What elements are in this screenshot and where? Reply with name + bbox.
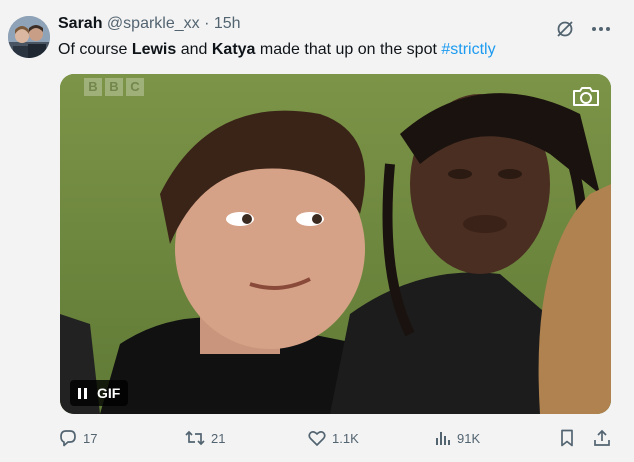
repost-button[interactable]: 21 [184, 428, 225, 448]
display-name[interactable]: Sarah [58, 15, 102, 32]
views-count: 91K [457, 430, 481, 446]
gif-badge[interactable]: GIF [70, 380, 129, 406]
gif-label: GIF [97, 385, 121, 401]
repost-count: 21 [211, 430, 226, 446]
views-button[interactable]: 91K [434, 428, 480, 448]
like-count: 1.1K [332, 430, 359, 446]
timestamp[interactable]: 15h [214, 15, 241, 32]
share-icon [594, 429, 610, 446]
text-segment: and [176, 41, 212, 58]
reply-button[interactable]: 17 [58, 428, 97, 448]
tweet-header: Sarah @sparkle_xx · 15h [58, 15, 241, 33]
bookmark-button[interactable] [558, 428, 576, 448]
repost-icon [185, 430, 205, 446]
views-icon [436, 432, 450, 445]
watermark-letter: C [126, 78, 144, 96]
reply-count: 17 [83, 430, 98, 446]
pause-icon[interactable] [78, 387, 87, 399]
grok-icon[interactable] [554, 18, 576, 40]
mention-katya: Katya [211, 41, 256, 58]
like-icon [308, 431, 326, 446]
gif-frame [60, 74, 611, 414]
reply-icon [60, 430, 76, 447]
tweet-card: Sarah @sparkle_xx · 15h Of course Lewis … [0, 0, 634, 462]
watermark-letter: B [84, 78, 102, 96]
text-segment: Of course [58, 41, 132, 58]
like-button[interactable]: 1.1K [307, 428, 359, 448]
bbc-watermark: B B C [84, 78, 144, 96]
text-segment: made that up on the spot [255, 41, 442, 58]
top-actions [554, 18, 612, 40]
camera-icon[interactable] [571, 84, 601, 108]
more-icon[interactable] [590, 18, 612, 40]
bookmark-icon [561, 429, 573, 447]
tweet-text: Of course Lewis and Katya made that up o… [58, 41, 496, 59]
hashtag-link[interactable]: #strictly [441, 41, 495, 58]
share-button[interactable] [592, 428, 612, 448]
gif-media[interactable]: B B C GIF [60, 74, 611, 414]
mention-lewis: Lewis [131, 41, 177, 58]
watermark-letter: B [105, 78, 123, 96]
action-bar: 17 21 1.1K 91K [58, 428, 618, 452]
avatar[interactable] [8, 16, 50, 58]
handle[interactable]: @sparkle_xx [107, 15, 200, 32]
separator: · [204, 15, 210, 32]
